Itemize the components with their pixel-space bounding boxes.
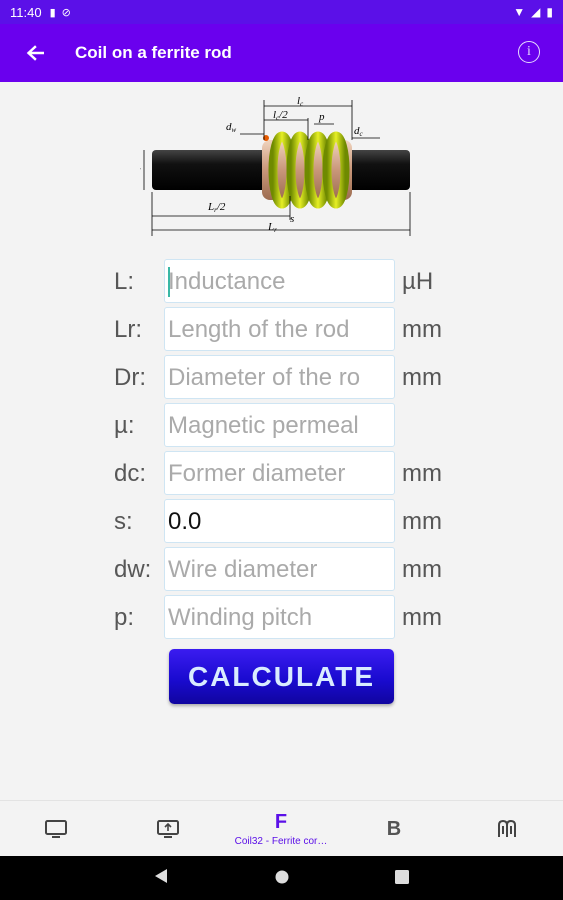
b-letter-icon: B <box>386 817 402 840</box>
status-right: ▼ ◢ ▮ <box>513 5 553 19</box>
status-bar: 11:40 ▮ ⊘ ▼ ◢ ▮ <box>0 0 563 24</box>
nav-item-monitor[interactable] <box>0 801 112 857</box>
nav-item-b[interactable]: B <box>338 801 450 857</box>
nav-item-screen[interactable] <box>112 801 224 857</box>
dim-lr-half: Lr/2 <box>207 201 226 214</box>
calculate-button[interactable]: CALCULATE <box>169 649 394 704</box>
label-s: s: <box>114 508 133 535</box>
nav-label-ferrite: Coil32 - Ferrite cor… <box>234 836 328 847</box>
system-back-icon[interactable] <box>154 868 168 884</box>
label-l: L: <box>114 268 135 295</box>
ferrite-f-icon: F <box>274 811 288 833</box>
label-dc: dc: <box>114 460 147 487</box>
row-winding-pitch: p: Winding pitch mm <box>0 595 563 639</box>
dim-lc-half: lc/2 <box>273 109 288 122</box>
unit-l: µH <box>402 268 434 295</box>
screen-icon <box>157 820 179 838</box>
row-permeability: µ: Magnetic permeal <box>0 403 563 447</box>
coil-icon <box>498 819 516 837</box>
label-dw: dw: <box>114 556 152 583</box>
back-arrow-icon <box>26 45 44 61</box>
dim-lr: Lr <box>267 221 277 234</box>
row-inductance: L: Inductance µH <box>0 259 563 303</box>
rod-diameter-input[interactable]: Diameter of the ro <box>164 355 395 399</box>
rod-length-input[interactable]: Length of the rod <box>164 307 395 351</box>
unit-lr: mm <box>402 316 442 343</box>
unit-s: mm <box>402 508 442 535</box>
nav-item-coil[interactable] <box>451 801 563 857</box>
sim-icon: ▮ <box>49 6 56 19</box>
system-nav-bar <box>0 856 563 900</box>
back-button[interactable] <box>23 41 47 65</box>
rod-length-placeholder: Length of the rod <box>168 316 350 343</box>
inductance-input[interactable]: Inductance <box>164 259 395 303</box>
winding-pitch-placeholder: Winding pitch <box>168 604 313 631</box>
former-diameter-placeholder: Former diameter <box>168 460 346 487</box>
info-icon: i <box>527 44 531 59</box>
wifi-icon: ▼ <box>513 5 526 19</box>
wire-diameter-input[interactable]: Wire diameter <box>164 547 395 591</box>
wire-diameter-placeholder: Wire diameter <box>168 556 318 583</box>
row-rod-diameter: Dr: Diameter of the ro mm <box>0 355 563 399</box>
rod-diameter-placeholder: Diameter of the ro <box>168 364 361 391</box>
dim-dr: Dr <box>140 161 141 174</box>
data-saver-icon: ⊘ <box>61 6 71 19</box>
offset-value: 0.0 <box>168 508 202 535</box>
offset-input[interactable]: 0.0 <box>164 499 395 543</box>
label-lr: Lr: <box>114 316 143 343</box>
label-dr: Dr: <box>114 364 146 391</box>
permeability-input[interactable]: Magnetic permeal <box>164 403 395 447</box>
unit-dc: mm <box>402 460 442 487</box>
row-rod-length: Lr: Length of the rod mm <box>0 307 563 351</box>
row-former-diameter: dc: Former diameter mm <box>0 451 563 495</box>
system-recents-icon[interactable] <box>395 870 409 884</box>
dim-s: s <box>290 213 294 225</box>
winding-pitch-input[interactable]: Winding pitch <box>164 595 395 639</box>
nav-item-ferrite[interactable]: F Coil32 - Ferrite cor… <box>225 801 337 857</box>
app-bar: Coil on a ferrite rod i <box>0 24 563 82</box>
text-caret <box>168 267 170 297</box>
signal-icon: ◢ <box>531 5 541 19</box>
unit-p: mm <box>402 604 442 631</box>
system-home-icon[interactable] <box>274 869 290 885</box>
dim-lc: lc <box>297 96 304 108</box>
dim-dc: dc <box>354 125 364 138</box>
battery-icon: ▮ <box>546 5 553 19</box>
info-button[interactable]: i <box>518 41 540 63</box>
former-diameter-input[interactable]: Former diameter <box>164 451 395 495</box>
inductance-placeholder: Inductance <box>168 268 286 295</box>
status-time: 11:40 <box>10 4 42 20</box>
label-mu: µ: <box>114 412 135 439</box>
label-p: p: <box>114 604 135 631</box>
dim-p: p <box>318 111 325 123</box>
monitor-icon <box>45 820 67 838</box>
row-offset: s: 0.0 mm <box>0 499 563 543</box>
row-wire-diameter: dw: Wire diameter mm <box>0 547 563 591</box>
page-title: Coil on a ferrite rod <box>75 43 232 62</box>
coil-diagram: lc lc/2 p dw dc Dr Lr/2 s Lr <box>140 96 411 236</box>
dim-dw: dw <box>226 121 237 134</box>
unit-dr: mm <box>402 364 442 391</box>
unit-dw: mm <box>402 556 442 583</box>
permeability-placeholder: Magnetic permeal <box>168 412 359 439</box>
bottom-nav: F Coil32 - Ferrite cor… B <box>0 800 563 856</box>
